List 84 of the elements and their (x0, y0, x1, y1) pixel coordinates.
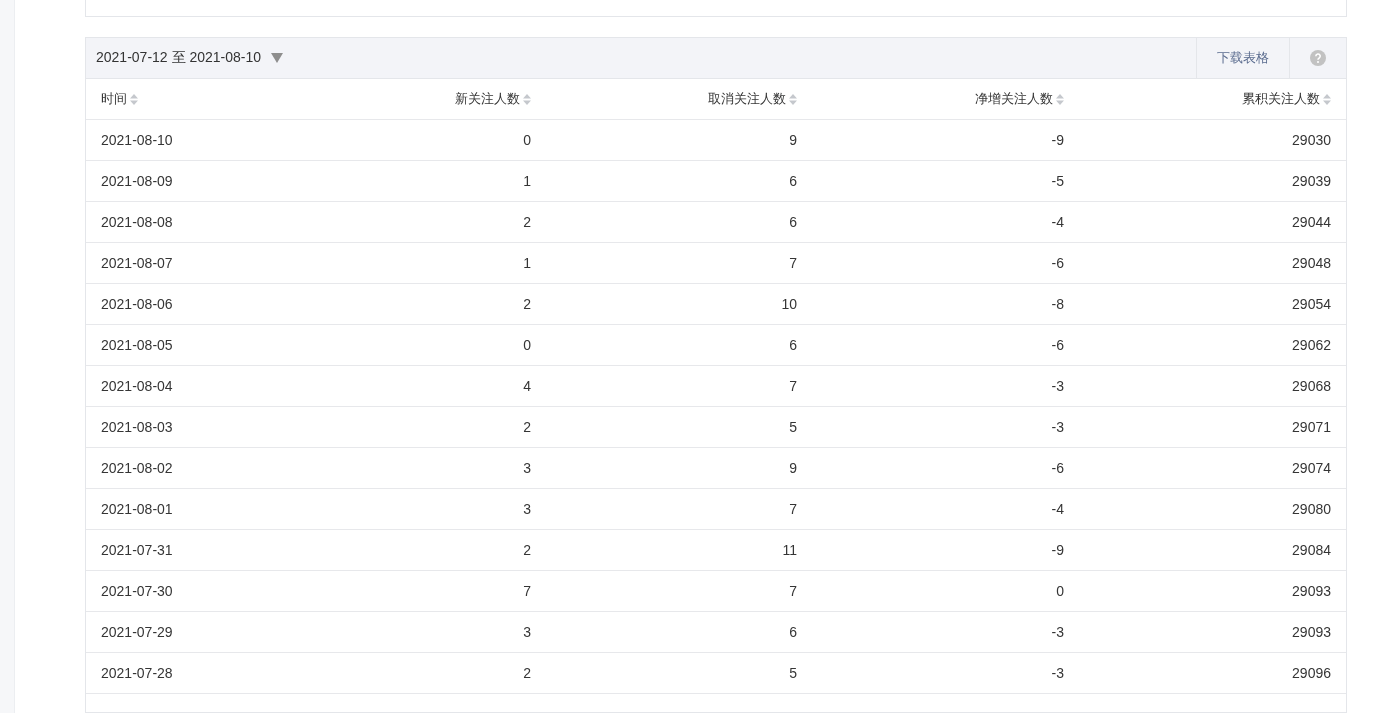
sort-icon[interactable] (1056, 93, 1064, 105)
table-cell: 6 (789, 214, 797, 231)
table-cell: -3 (1051, 624, 1064, 641)
table-cell: 3 (523, 501, 531, 518)
table-cell: 7 (789, 501, 797, 518)
sort-icon[interactable] (789, 93, 797, 105)
table-cell: 7 (789, 255, 797, 272)
caret-icon (271, 53, 283, 64)
table-cell: 2021-08-03 (101, 419, 173, 436)
table-cell: -4 (1051, 214, 1064, 231)
table-cell: -6 (1051, 460, 1064, 477)
column-header[interactable]: 累积关注人数 (1242, 90, 1320, 109)
table-cell: 29096 (1292, 665, 1331, 682)
table-cell: 2021-08-10 (101, 132, 173, 149)
table-cell: 29071 (1292, 419, 1331, 436)
table-cell: 7 (523, 583, 531, 600)
table-cell: 2021-08-05 (101, 337, 173, 354)
table-cell: 7 (789, 378, 797, 395)
table-cell: -3 (1051, 665, 1064, 682)
table-cell: 7 (789, 583, 797, 600)
table-cell: 3 (523, 460, 531, 477)
sort-icon[interactable] (130, 93, 138, 105)
column-header[interactable]: 新关注人数 (455, 90, 520, 109)
table-cell: 0 (523, 132, 531, 149)
table-cell: 2021-08-07 (101, 255, 173, 272)
table-cell: 4 (523, 378, 531, 395)
column-header[interactable]: 净增关注人数 (975, 90, 1053, 109)
table-cell: 29084 (1292, 542, 1331, 559)
table-cell: 2021-08-06 (101, 296, 173, 313)
table-cell: 29074 (1292, 460, 1331, 477)
table-cell: -8 (1051, 296, 1064, 313)
table-cell: -9 (1051, 132, 1064, 149)
column-header[interactable]: 时间 (101, 90, 127, 109)
table-cell: -6 (1051, 255, 1064, 272)
table-cell: 9 (789, 132, 797, 149)
table-cell: 2021-08-02 (101, 460, 173, 477)
table-cell: 2021-07-29 (101, 624, 173, 641)
table-cell: 29068 (1292, 378, 1331, 395)
table-cell: 29044 (1292, 214, 1331, 231)
table-cell: 6 (789, 337, 797, 354)
table-cell: 1 (523, 173, 531, 190)
table-cell: 2021-08-04 (101, 378, 173, 395)
table-cell: 29054 (1292, 296, 1331, 313)
table-cell: -3 (1051, 378, 1064, 395)
table-cell: 1 (523, 255, 531, 272)
table-cell: 5 (789, 665, 797, 682)
table-cell: -6 (1051, 337, 1064, 354)
sort-icon[interactable] (1323, 93, 1331, 105)
table-cell: 2021-08-08 (101, 214, 173, 231)
table-cell: -4 (1051, 501, 1064, 518)
column-header[interactable]: 取消关注人数 (708, 90, 786, 109)
table-cell: 2 (523, 214, 531, 231)
table-cell: 2 (523, 419, 531, 436)
table-cell: 2021-07-31 (101, 542, 173, 559)
sort-icon[interactable] (523, 93, 531, 105)
table-cell: 2 (523, 542, 531, 559)
table-cell: 0 (523, 337, 531, 354)
table-cell: 29039 (1292, 173, 1331, 190)
table-cell: 9 (789, 460, 797, 477)
table-cell: 29062 (1292, 337, 1331, 354)
table-cell: 5 (789, 419, 797, 436)
table-cell: 3 (523, 624, 531, 641)
table-cell: -3 (1051, 419, 1064, 436)
table-cell: 29080 (1292, 501, 1331, 518)
table-cell: 0 (1056, 583, 1064, 600)
table-cell: 2021-08-01 (101, 501, 173, 518)
table-cell: 29048 (1292, 255, 1331, 272)
table-cell: 29093 (1292, 583, 1331, 600)
table-cell: 2 (523, 665, 531, 682)
table-cell: 6 (789, 624, 797, 641)
download-button[interactable]: 下载表格 (1196, 38, 1289, 79)
table-cell: 2021-07-30 (101, 583, 173, 600)
table-cell: -9 (1051, 542, 1064, 559)
help-icon (1310, 50, 1326, 67)
table-cell: -5 (1051, 173, 1064, 190)
table-cell: 29030 (1292, 132, 1331, 149)
table-cell: 10 (781, 296, 797, 313)
table-cell: 2 (523, 296, 531, 313)
table-cell: 6 (789, 173, 797, 190)
date-range-dropdown[interactable]: 2021-07-12 至 2021-08-10 (86, 38, 293, 79)
table-cell: 11 (782, 542, 797, 559)
table-cell: 2021-07-28 (101, 665, 173, 682)
table-cell: 29093 (1292, 624, 1331, 641)
table-cell: 2021-08-09 (101, 173, 173, 190)
